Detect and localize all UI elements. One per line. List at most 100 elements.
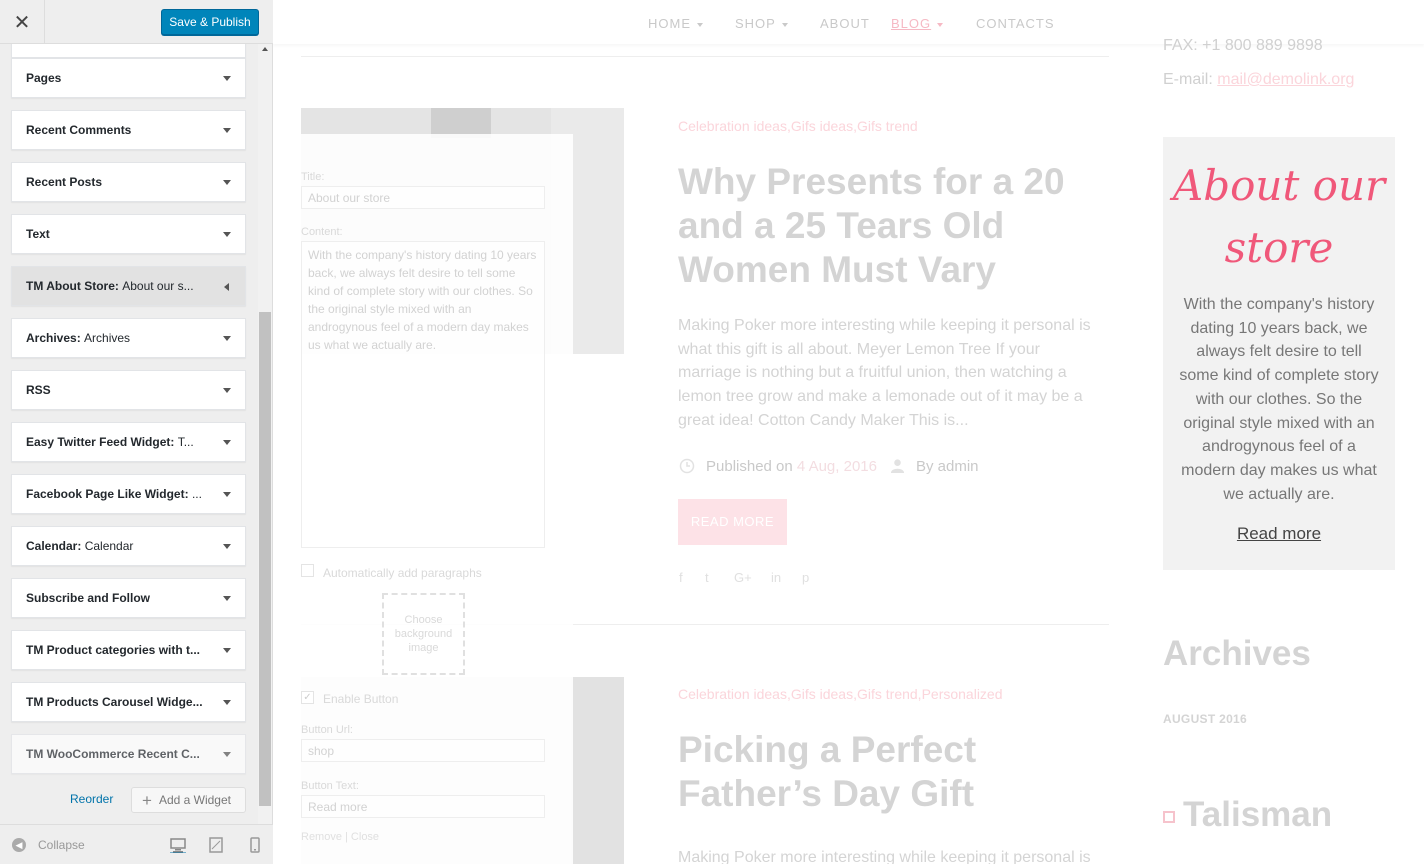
collapse-label[interactable]: Collapse xyxy=(38,838,85,852)
widget-item-partial[interactable] xyxy=(11,44,246,58)
expand-arrow-icon[interactable] xyxy=(223,596,231,601)
nav-item-contacts[interactable]: CONTACTS xyxy=(976,16,1055,31)
button-text-field[interactable] xyxy=(301,795,545,818)
clock-icon xyxy=(679,458,695,474)
widget-item-label: TM Product categories with t... xyxy=(26,643,201,657)
about-store-widget: About our store With the company's histo… xyxy=(1163,137,1395,570)
customizer-header: ✕ Save & Publish xyxy=(0,0,273,44)
title-field[interactable] xyxy=(301,186,545,209)
post-categories[interactable]: Celebration ideas,Gifs ideas,Gifs trend xyxy=(678,118,918,134)
collapse-arrow-icon[interactable] xyxy=(224,283,229,291)
linkedin-icon[interactable]: in xyxy=(771,570,781,585)
pinterest-icon[interactable]: p xyxy=(802,570,809,585)
button-url-field[interactable] xyxy=(301,739,545,762)
enable-button-label: Enable Button xyxy=(323,692,399,706)
add-widget-button[interactable]: + Add a Widget xyxy=(131,787,246,813)
widget-item-easy-twitter-feed[interactable]: Easy Twitter Feed Widget: T... xyxy=(11,422,246,462)
auto-paragraphs-checkbox[interactable] xyxy=(301,564,314,577)
post-date[interactable]: 4 Aug, 2016 xyxy=(797,458,877,475)
site-preview: HOME SHOP ABOUT BLOG CONTACTS Celebratio… xyxy=(273,0,1424,864)
button-url-label: Button Url: xyxy=(301,724,353,736)
contact-email: E-mail: mail@demolink.org xyxy=(1163,71,1355,88)
widget-item-rss[interactable]: RSS xyxy=(11,370,246,410)
contact-fax: FAX: +1 800 889 9898 xyxy=(1163,37,1323,54)
widget-item-label: TM About Store: About our s... xyxy=(26,279,194,293)
nav-item-about[interactable]: ABOUT xyxy=(820,16,870,31)
about-store-title: About our store xyxy=(1172,161,1386,272)
reorder-link[interactable]: Reorder xyxy=(70,792,113,806)
remove-close-links[interactable]: Remove | Close xyxy=(301,831,379,843)
widget-item-recent-posts[interactable]: Recent Posts xyxy=(11,162,246,202)
widget-item-label: Pages xyxy=(26,71,62,85)
expand-arrow-icon[interactable] xyxy=(223,440,231,445)
expand-arrow-icon[interactable] xyxy=(223,648,231,653)
save-publish-button[interactable]: Save & Publish xyxy=(161,9,259,35)
widget-item-archives[interactable]: Archives: Archives xyxy=(11,318,246,358)
plus-icon: + xyxy=(142,790,152,810)
widget-item-recent-comments[interactable]: Recent Comments xyxy=(11,110,246,150)
post-excerpt: Making Poker more interesting while keep… xyxy=(678,317,1091,429)
close-icon[interactable]: ✕ xyxy=(0,0,45,44)
widget-item-calendar[interactable]: Calendar: Calendar xyxy=(11,526,246,566)
post-title[interactable]: Picking a Perfect Father’s Day Gift xyxy=(678,728,1118,816)
widget-item-label: Subscribe and Follow xyxy=(26,591,151,605)
content-field[interactable]: With the company's history dating 10 yea… xyxy=(301,241,545,548)
desktop-icon[interactable] xyxy=(170,837,186,853)
collapse-icon[interactable]: ◀ xyxy=(12,838,26,852)
widget-item-tm-woocommerce-recent[interactable]: TM WooCommerce Recent C... xyxy=(11,734,246,774)
widget-item-label: Recent Posts xyxy=(26,175,103,189)
widget-item-label: TM WooCommerce Recent C... xyxy=(26,747,200,761)
expand-arrow-icon[interactable] xyxy=(223,492,231,497)
expand-arrow-icon[interactable] xyxy=(223,700,231,705)
nav-item-home[interactable]: HOME xyxy=(648,16,703,31)
facebook-icon[interactable]: f xyxy=(679,570,683,585)
widget-item-label: RSS xyxy=(26,383,51,397)
twitter-icon[interactable]: t xyxy=(705,570,709,585)
post-categories[interactable]: Celebration ideas,Gifs ideas,Gifs trend,… xyxy=(678,686,1003,702)
about-store-text: With the company's history dating 10 yea… xyxy=(1179,296,1379,503)
widget-item-tm-product-categories[interactable]: TM Product categories with t... xyxy=(11,630,246,670)
choose-background-image-button[interactable]: Choose background image xyxy=(382,593,465,675)
expand-arrow-icon[interactable] xyxy=(223,128,231,133)
square-icon xyxy=(1163,810,1175,823)
scroll-up-arrow-icon[interactable] xyxy=(262,47,268,51)
button-text-label: Button Text: xyxy=(301,780,359,792)
nav-item-shop[interactable]: SHOP xyxy=(735,16,788,31)
scrollbar-thumb[interactable] xyxy=(259,312,271,806)
archives-month-link[interactable]: AUGUST 2016 xyxy=(1163,712,1247,726)
post-title[interactable]: Why Presents for a 20 and a 25 Tears Old… xyxy=(678,160,1118,292)
post-author[interactable]: By admin xyxy=(916,458,979,475)
expand-arrow-icon[interactable] xyxy=(223,336,231,341)
expand-arrow-icon[interactable] xyxy=(223,544,231,549)
expand-arrow-icon[interactable] xyxy=(223,232,231,237)
widget-item-tm-products-carousel[interactable]: TM Products Carousel Widge... xyxy=(11,682,246,722)
email-link[interactable]: mail@demolink.org xyxy=(1217,71,1354,88)
mobile-icon[interactable] xyxy=(247,837,263,853)
widget-item-facebook-page-like[interactable]: Facebook Page Like Widget: ... xyxy=(11,474,246,514)
enable-button-checkbox[interactable]: ✓ xyxy=(301,691,314,704)
about-read-more-link[interactable]: Read more xyxy=(1163,524,1395,544)
widget-item-label: Facebook Page Like Widget: ... xyxy=(26,487,202,501)
expand-arrow-icon[interactable] xyxy=(223,180,231,185)
read-more-button[interactable]: READ MORE xyxy=(678,499,787,545)
auto-paragraphs-label: Automatically add paragraphs xyxy=(323,566,482,580)
customizer-footer: ◀ Collapse xyxy=(0,824,273,864)
widget-list: Pages Recent Comments Recent Posts Text … xyxy=(0,44,257,824)
widget-item-pages[interactable]: Pages xyxy=(11,58,246,98)
widget-item-subscribe-follow[interactable]: Subscribe and Follow xyxy=(11,578,246,618)
user-icon xyxy=(890,459,905,473)
widget-item-label: Calendar: Calendar xyxy=(26,539,134,553)
post-thumbnail-background xyxy=(571,677,624,864)
widget-item-label: Text xyxy=(26,227,50,241)
expand-arrow-icon[interactable] xyxy=(223,76,231,81)
expand-arrow-icon[interactable] xyxy=(223,388,231,393)
expand-arrow-icon[interactable] xyxy=(223,752,231,757)
widget-list-scrollbar[interactable] xyxy=(258,44,272,824)
google-plus-icon[interactable]: G+ xyxy=(734,570,752,585)
nav-item-blog[interactable]: BLOG xyxy=(891,16,944,31)
widget-item-tm-about-store[interactable]: TM About Store: About our s... xyxy=(11,266,246,306)
widget-item-text[interactable]: Text xyxy=(11,214,246,254)
widget-item-label: Easy Twitter Feed Widget: T... xyxy=(26,435,194,449)
tablet-icon[interactable] xyxy=(208,837,224,853)
chevron-down-icon xyxy=(781,22,788,27)
